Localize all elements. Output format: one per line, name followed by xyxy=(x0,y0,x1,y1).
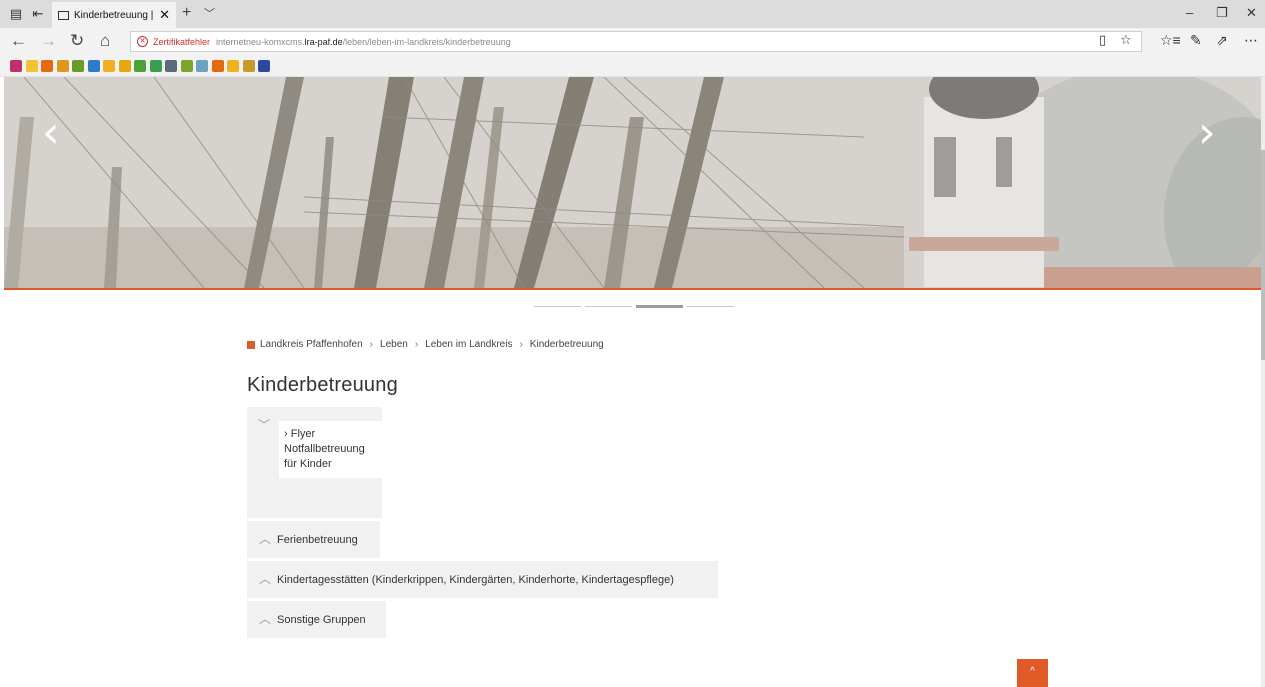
notes-icon[interactable]: ✎ xyxy=(1190,32,1202,49)
breadcrumb-separator: › xyxy=(519,339,523,350)
hero-accent-line xyxy=(4,288,1261,290)
certificate-error-icon[interactable]: ✕ xyxy=(137,36,148,47)
favorite-site-icon[interactable] xyxy=(180,60,193,72)
tab-title: Kinderbetreuung | In Ba xyxy=(74,9,155,21)
favorite-site-icon[interactable] xyxy=(56,60,69,72)
hero-next-arrow-icon[interactable]: › xyxy=(1198,111,1216,155)
new-tab-icon[interactable]: + xyxy=(182,5,191,21)
favorite-site-icon[interactable] xyxy=(165,60,177,72)
chevron-up-icon: ︿ xyxy=(259,612,272,626)
favorite-site-icon[interactable] xyxy=(25,60,38,72)
more-icon[interactable]: ⋯ xyxy=(1244,32,1258,49)
accordion-expanded-panel: ﹀ › Flyer Notfallbetreuung für Kinder xyxy=(247,407,382,518)
favorite-site-icon[interactable] xyxy=(134,60,146,72)
browser-tab-strip: ▤ ⇤ Kinderbetreuung | In Ba ✕ + ﹀ – ❐ ✕ xyxy=(0,0,1265,28)
favorites-hub-icon[interactable]: ☆≡ xyxy=(1160,32,1181,49)
favorite-star-icon[interactable]: ☆ xyxy=(1120,32,1132,48)
accordion-item-label: Sonstige Gruppen xyxy=(277,613,366,626)
breadcrumb-separator: › xyxy=(369,339,374,350)
hero-image xyxy=(4,77,1261,288)
slider-indicator-4[interactable] xyxy=(687,306,734,307)
set-aside-tabs-icon[interactable]: ⇤ xyxy=(30,6,46,22)
breadcrumb-marker-icon xyxy=(247,340,255,349)
favorites-bar xyxy=(0,55,1265,77)
certificate-error-label[interactable]: Zertifikatfehler xyxy=(153,37,210,47)
home-icon[interactable]: ⌂ xyxy=(100,31,110,51)
browser-tab[interactable]: Kinderbetreuung | In Ba ✕ xyxy=(52,2,176,28)
favorite-site-icon[interactable] xyxy=(72,60,84,72)
accordion-item-kindertagesstaetten[interactable]: ︿ Kindertagesstätten (Kinderkrippen, Kin… xyxy=(247,561,718,598)
minimize-icon[interactable]: – xyxy=(1186,5,1193,20)
tab-actions-icon[interactable]: ▤ xyxy=(8,6,24,22)
accordion-panel-content: › Flyer Notfallbetreuung für Kinder xyxy=(279,421,382,478)
favorite-site-icon[interactable] xyxy=(10,60,22,72)
page-title: Kinderbetreuung xyxy=(247,374,398,396)
url-path: /leben/leben-im-landkreis/kinderbetreuun… xyxy=(342,36,511,47)
slider-indicator-2[interactable] xyxy=(585,306,632,307)
restore-icon[interactable]: ❐ xyxy=(1216,5,1228,21)
chevron-up-icon: ︿ xyxy=(259,572,272,586)
address-bar[interactable]: ✕ Zertifikatfehler internetneu-komxcms. … xyxy=(130,31,1142,52)
window-close-icon[interactable]: ✕ xyxy=(1246,5,1257,21)
accordion-item-label: Ferienbetreuung xyxy=(277,533,358,546)
page-icon xyxy=(58,10,69,20)
forward-icon[interactable]: → xyxy=(40,31,57,51)
page-scrollbar-thumb[interactable] xyxy=(1261,150,1265,360)
breadcrumb-item-leben-im-landkreis[interactable]: Leben im Landkreis xyxy=(425,339,512,350)
reading-view-icon[interactable]: ▯ xyxy=(1099,32,1106,48)
tab-close-icon[interactable]: ✕ xyxy=(159,7,170,23)
slider-indicators xyxy=(534,305,734,308)
favorite-site-icon[interactable] xyxy=(258,60,270,72)
back-to-top-button[interactable]: ^ xyxy=(1017,659,1048,687)
favorite-site-icon[interactable] xyxy=(41,60,53,72)
accordion-item-label: Kindertagesstätten (Kinderkrippen, Kinde… xyxy=(277,573,674,586)
breadcrumb-item-landkreis[interactable]: Landkreis Pfaffenhofen xyxy=(260,339,363,350)
favorite-site-icon[interactable] xyxy=(196,60,208,72)
favorite-site-icon[interactable] xyxy=(227,60,239,72)
favorite-site-icon[interactable] xyxy=(211,60,224,72)
slider-indicator-1[interactable] xyxy=(534,306,581,307)
favorite-site-icon[interactable] xyxy=(242,60,255,72)
hero-prev-arrow-icon[interactable]: ‹ xyxy=(42,111,60,155)
tab-list-chevron-icon[interactable]: ﹀ xyxy=(204,5,215,21)
accordion-item-sonstige-gruppen[interactable]: ︿ Sonstige Gruppen xyxy=(247,601,386,638)
chevron-up-icon: ︿ xyxy=(259,532,272,546)
hero-slider: ‹ › xyxy=(4,77,1261,288)
favorite-site-icon[interactable] xyxy=(87,60,100,72)
breadcrumb-item-leben[interactable]: Leben xyxy=(380,339,408,350)
browser-nav-bar: ← → ↻ ⌂ ✕ Zertifikatfehler internetneu-k… xyxy=(0,28,1265,55)
chevron-down-icon[interactable]: ﹀ xyxy=(258,419,270,431)
breadcrumb: Landkreis Pfaffenhofen › Leben › Leben i… xyxy=(247,339,604,350)
breadcrumb-item-current: Kinderbetreuung xyxy=(529,339,604,350)
flyer-notfallbetreuung-link[interactable]: › Flyer Notfallbetreuung für Kinder xyxy=(284,428,365,470)
favorite-site-icon[interactable] xyxy=(118,60,131,72)
slider-indicator-3[interactable] xyxy=(636,305,683,308)
url-prefix: internetneu-komxcms. xyxy=(216,36,305,47)
accordion-item-ferienbetreuung[interactable]: ︿ Ferienbetreuung xyxy=(247,521,380,558)
favorite-site-icon[interactable] xyxy=(103,60,115,72)
share-icon[interactable]: ⇗ xyxy=(1216,32,1228,49)
favorite-site-icon[interactable] xyxy=(149,60,162,72)
refresh-icon[interactable]: ↻ xyxy=(70,31,84,51)
breadcrumb-separator: › xyxy=(414,339,419,350)
url-host: lra-paf.de xyxy=(304,36,343,47)
back-icon[interactable]: ← xyxy=(10,31,27,51)
